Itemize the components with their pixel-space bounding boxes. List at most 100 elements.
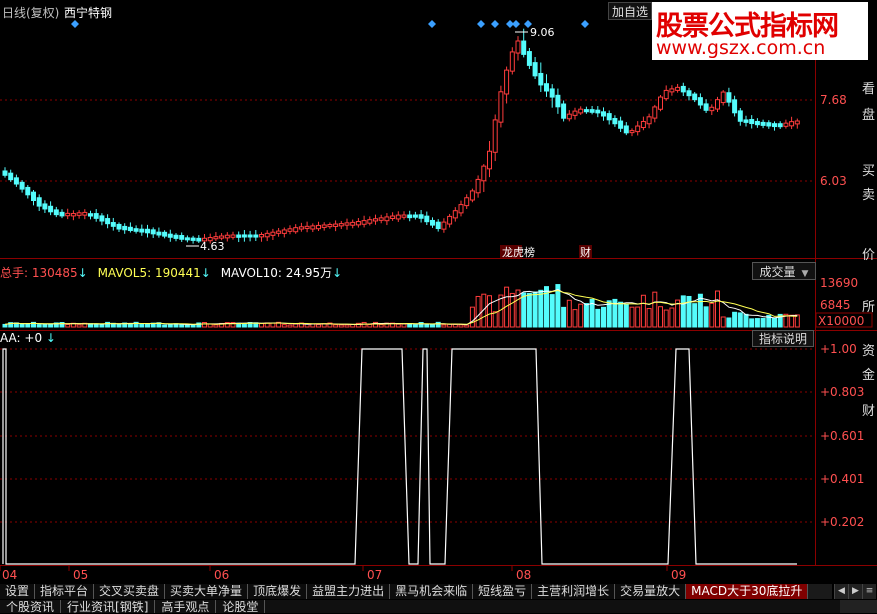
candle-body xyxy=(355,220,361,226)
volume-bar xyxy=(378,324,384,328)
volume-bar xyxy=(583,303,589,328)
candle-body xyxy=(504,69,510,95)
candle-body xyxy=(145,228,150,234)
scroll-right-icon[interactable]: ▶ xyxy=(848,584,862,599)
candle-body xyxy=(13,177,19,185)
side-label-2[interactable]: 盘 xyxy=(862,104,875,123)
ind-label-5: +0.202 xyxy=(820,515,864,529)
volume-bar xyxy=(652,291,658,328)
volume-bar xyxy=(293,323,299,328)
pane-frames xyxy=(0,20,877,566)
down-arrow-icon: ↓ xyxy=(200,266,211,280)
candle-body xyxy=(48,205,54,213)
candle-body xyxy=(430,219,435,226)
volume-bar xyxy=(549,294,555,328)
tab-industry-news[interactable]: 行业资讯[钢铁] xyxy=(61,600,156,614)
tab-cross-trade[interactable]: 交叉买卖盘 xyxy=(94,584,166,599)
list-icon[interactable]: ≡ xyxy=(862,584,876,599)
indicator-value: AA: +0 xyxy=(0,331,43,345)
indicator-line xyxy=(2,348,797,565)
volume-bar xyxy=(127,323,133,328)
tab-profit-growth[interactable]: 主营利润增长 xyxy=(532,584,616,599)
tab-stock-news[interactable]: 个股资讯 xyxy=(0,600,62,614)
candle-body xyxy=(179,235,185,240)
tab-expert-view[interactable]: 高手观点 xyxy=(155,600,217,614)
indicator-explain-button[interactable]: 指标说明 xyxy=(752,330,814,347)
candle-body xyxy=(692,93,698,101)
candle-body xyxy=(31,191,36,202)
volume-bar xyxy=(509,292,515,328)
volume-bar xyxy=(772,317,777,328)
candle-body xyxy=(350,221,356,226)
candle-body xyxy=(561,103,567,119)
candle-body xyxy=(709,106,715,112)
candle-body xyxy=(441,221,447,230)
candle-body xyxy=(378,217,384,221)
candle-body xyxy=(230,234,236,238)
tab-forum[interactable]: 论股堂 xyxy=(216,600,266,614)
down-arrow-icon: ↓ xyxy=(77,266,88,280)
vol-ma10: MAVOL10: 24.95万 xyxy=(220,266,333,280)
tab-short-pl[interactable]: 短线盈亏 xyxy=(473,584,533,599)
side-label-8[interactable]: 金 xyxy=(862,364,875,383)
volume-bar xyxy=(492,311,498,328)
side-label-6[interactable]: 所 xyxy=(862,296,875,315)
candle-body xyxy=(737,110,743,122)
candle-body xyxy=(669,88,675,93)
volume-bar xyxy=(270,322,276,328)
volume-bar xyxy=(344,324,350,328)
scroll-left-icon[interactable]: ◀ xyxy=(834,584,848,599)
candle-body xyxy=(401,214,407,218)
candle-body xyxy=(424,215,430,223)
signal-diamond xyxy=(477,20,485,28)
news-scroll[interactable] xyxy=(840,600,877,613)
x-label-06: 06 xyxy=(214,568,229,580)
side-label-3[interactable]: 买 xyxy=(862,160,875,179)
tab-settings[interactable]: 设置 xyxy=(0,584,36,599)
volume-bar xyxy=(749,318,755,328)
tab-main-flow[interactable]: 益盟主力进出 xyxy=(307,584,391,599)
tab-indicator-platform[interactable]: 指标平台 xyxy=(35,584,95,599)
volume-selector[interactable]: 成交量 ▼ xyxy=(752,262,816,280)
volume-bar xyxy=(566,299,572,328)
side-label-5[interactable]: 价 xyxy=(862,244,875,263)
candle-body xyxy=(19,181,25,190)
side-label-7[interactable]: 资 xyxy=(862,340,875,359)
add-watchlist-button[interactable]: 加自选 xyxy=(608,2,652,20)
candle-body xyxy=(70,213,76,217)
candle-body xyxy=(532,62,538,77)
volume-bar xyxy=(715,290,720,328)
volume-bar xyxy=(794,314,800,328)
candle-body xyxy=(253,234,259,238)
volume-bar xyxy=(287,324,293,328)
candle-body xyxy=(703,103,709,111)
candle-body xyxy=(464,197,470,207)
tab-dark-horse[interactable]: 黑马机会来临 xyxy=(390,584,474,599)
chart-type-label[interactable]: 日线(复权) xyxy=(2,4,59,21)
tab-top-bottom[interactable]: 顶底爆发 xyxy=(248,584,308,599)
volume-bar xyxy=(25,323,31,328)
tab-macd[interactable]: MACD大于30底拉升 xyxy=(686,584,809,599)
side-label-1[interactable]: 看 xyxy=(862,78,875,97)
candle-body xyxy=(59,211,65,217)
volume-bar xyxy=(190,324,196,328)
candle-body xyxy=(715,99,720,110)
volume-bar xyxy=(412,324,418,328)
volume-bar xyxy=(709,302,715,328)
tab-volume-up[interactable]: 交易量放大 xyxy=(615,584,687,599)
price-label-high: 7.68 xyxy=(820,93,847,107)
candle-body xyxy=(646,116,652,125)
stock-chart[interactable]: 7.68 6.03 9.06 4.63 龙虎榜 财 13690 6845 X10… xyxy=(0,0,877,580)
candle-body xyxy=(338,223,344,227)
volume-bar xyxy=(521,292,527,328)
side-label-4[interactable]: 卖 xyxy=(862,184,875,203)
candle-body xyxy=(754,120,760,126)
candle-body xyxy=(538,72,544,86)
volume-bar xyxy=(281,324,287,328)
vol-ma5: MAVOL5: 190441 xyxy=(97,266,201,280)
side-label-9[interactable]: 财 xyxy=(862,400,875,419)
tab-big-order[interactable]: 买卖大单净量 xyxy=(165,584,249,599)
volume-bar xyxy=(469,306,475,328)
candle-body xyxy=(127,226,133,232)
ind-label-2: +0.803 xyxy=(820,385,864,399)
